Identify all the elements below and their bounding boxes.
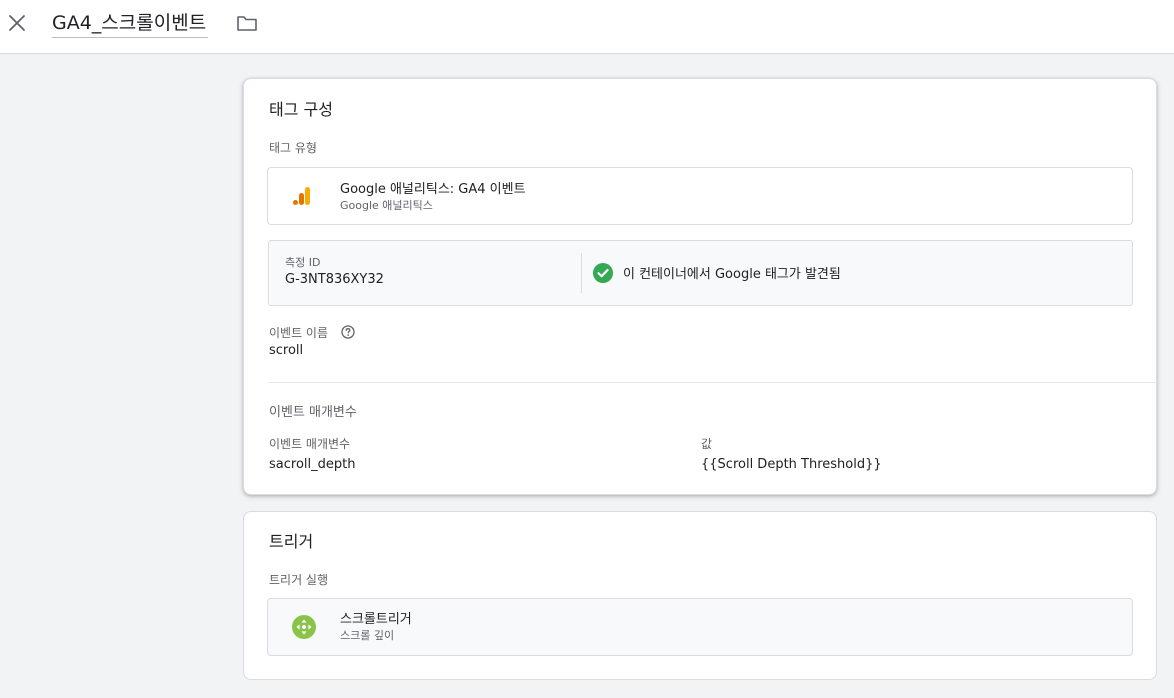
- measurement-divider: [581, 253, 582, 293]
- top-bar: GA4_스크롤이벤트: [0, 0, 1174, 54]
- tag-type-name: Google 애널리틱스: GA4 이벤트: [340, 182, 526, 197]
- check-circle-icon: [593, 263, 613, 283]
- measurement-id-value: G-3NT836XY32: [285, 272, 384, 287]
- trigger-card[interactable]: 트리거 트리거 실행 스크롤트리거 스크롤 깊이: [243, 511, 1157, 680]
- section-divider: [268, 382, 1157, 383]
- event-name-value: scroll: [269, 343, 304, 358]
- tag-type-label: 태그 유형: [269, 141, 317, 155]
- folder-icon: [237, 16, 257, 31]
- measurement-id-box[interactable]: 측정 ID G-3NT836XY32 이 컨테이너에서 Google 태그가 발…: [268, 240, 1133, 306]
- scroll-trigger-icon: [292, 615, 316, 639]
- tag-type-subtitle: Google 애널리틱스: [340, 199, 433, 212]
- analytics-icon: [293, 187, 310, 205]
- help-icon[interactable]: [341, 325, 355, 339]
- trigger-name: 스크롤트리거: [340, 612, 412, 627]
- trigger-title: 트리거: [269, 532, 314, 551]
- close-button[interactable]: [6, 12, 28, 34]
- measurement-id-label: 측정 ID: [285, 256, 321, 269]
- param-column-header: 이벤트 매개변수: [269, 437, 351, 451]
- close-icon: [9, 15, 25, 31]
- param-name-cell: sacroll_depth: [269, 457, 356, 472]
- folder-button[interactable]: [235, 12, 259, 34]
- value-column-header: 값: [701, 437, 713, 451]
- tag-name-title[interactable]: GA4_스크롤이벤트: [52, 9, 209, 38]
- tag-configuration-card[interactable]: 태그 구성 태그 유형 Google 애널리틱스: GA4 이벤트 Google…: [243, 78, 1157, 495]
- tag-config-title: 태그 구성: [269, 100, 333, 119]
- param-value-cell: {{Scroll Depth Threshold}}: [701, 457, 882, 472]
- event-name-label: 이벤트 이름: [269, 326, 329, 340]
- firing-trigger-label: 트리거 실행: [269, 573, 329, 587]
- trigger-item[interactable]: 스크롤트리거 스크롤 깊이: [267, 598, 1133, 656]
- tag-type-selector[interactable]: Google 애널리틱스: GA4 이벤트 Google 애널리틱스: [267, 167, 1133, 225]
- trigger-subtitle: 스크롤 깊이: [340, 629, 395, 642]
- event-params-title: 이벤트 매개변수: [269, 405, 357, 420]
- google-tag-found-status: 이 컨테이너에서 Google 태그가 발견됨: [623, 267, 841, 282]
